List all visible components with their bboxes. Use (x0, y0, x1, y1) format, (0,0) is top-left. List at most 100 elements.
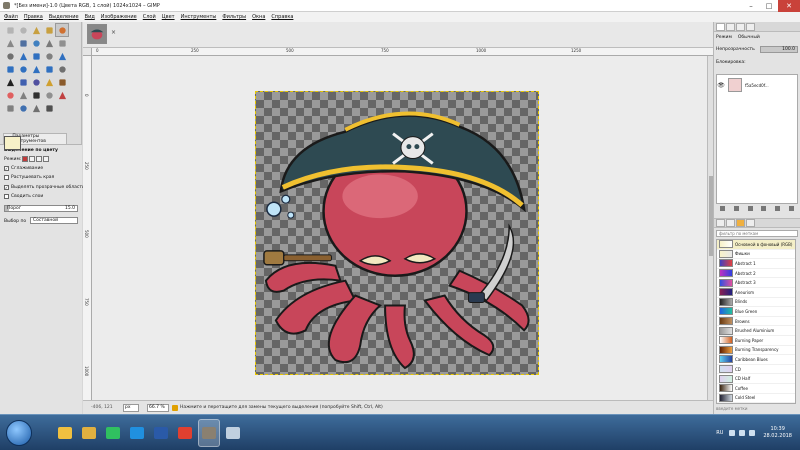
menu-help[interactable]: Справка (271, 14, 293, 20)
layers-tab[interactable] (716, 22, 725, 31)
gradient-tags-input[interactable]: введите метки (716, 406, 798, 413)
gradient-item[interactable]: Abstract 1 (717, 259, 795, 269)
rect-select-tool[interactable] (4, 24, 16, 36)
shear-tool[interactable] (17, 63, 29, 75)
flip-tool[interactable] (43, 63, 55, 75)
gradient-item[interactable]: Burning Paper (717, 336, 795, 346)
scissors-select-tool[interactable] (4, 37, 16, 49)
taskbar-app-word[interactable] (150, 419, 172, 447)
fuzzy-select-tool[interactable] (43, 24, 55, 36)
close-image-tab-icon[interactable]: × (110, 29, 117, 36)
menu-view[interactable]: Вид (85, 14, 95, 20)
color-picker-tool[interactable] (43, 37, 55, 49)
perspective-tool[interactable] (30, 63, 42, 75)
close-button[interactable]: ✕ (778, 0, 800, 12)
layer-mode-value[interactable]: Обычный (738, 35, 760, 40)
gradient-item[interactable]: Cold Steel (717, 393, 795, 403)
rotate-tool[interactable] (56, 50, 68, 62)
cage-tool[interactable] (56, 63, 68, 75)
patterns-tab[interactable] (726, 219, 735, 227)
eraser-tool[interactable] (4, 89, 16, 101)
undo-tab[interactable] (746, 22, 755, 31)
minimize-button[interactable]: – (742, 0, 760, 12)
gradient-item[interactable]: Фишки (717, 249, 795, 260)
canvas-area[interactable] (92, 56, 707, 400)
zoom-selector[interactable]: 66.7 % (147, 403, 169, 412)
layer-row[interactable]: 👁 f5a5ecd0f... (717, 77, 797, 93)
measure-tool[interactable] (4, 50, 16, 62)
gradient-item[interactable]: Caribbean Blues (717, 355, 795, 365)
clone-tool[interactable] (43, 89, 55, 101)
gradient-item[interactable]: Основной в фоновый (RGB) (717, 240, 795, 250)
taskbar-app-skype[interactable] (126, 419, 148, 447)
sample-merged-checkbox[interactable] (4, 194, 9, 199)
image-canvas[interactable] (255, 91, 539, 375)
menu-edit[interactable]: Правка (24, 14, 43, 20)
mode-add-button[interactable] (29, 156, 36, 162)
menu-windows[interactable]: Окна (252, 14, 265, 20)
antialias-checkbox[interactable]: ✓ (4, 166, 9, 171)
maximize-button[interactable]: □ (760, 0, 778, 12)
pencil-tool[interactable] (43, 76, 55, 88)
sample-merged-row[interactable]: Сводить слои (4, 194, 43, 199)
move-tool[interactable] (17, 50, 29, 62)
taskbar-app-chrome[interactable] (174, 419, 196, 447)
select-by-dropdown[interactable]: Составной (30, 217, 78, 224)
threshold-slider[interactable]: Порог 15.0 (4, 205, 78, 212)
taskbar-app-whatsapp[interactable] (102, 419, 124, 447)
gradient-item[interactable]: Burning Transparency (717, 345, 795, 356)
smudge-tool[interactable] (30, 102, 42, 114)
horizontal-ruler[interactable]: 0 250 500 750 1000 1250 (92, 48, 713, 56)
taskbar-app-gimp[interactable] (198, 419, 220, 447)
feather-checkbox[interactable] (4, 175, 9, 180)
gradient-item[interactable]: Brushed Aluminium (717, 326, 795, 336)
airbrush-tool[interactable] (17, 89, 29, 101)
flag-icon[interactable] (729, 430, 736, 436)
network-icon[interactable] (739, 430, 746, 436)
gradient-filter-input[interactable]: фильтр по меткам (716, 230, 798, 237)
layer-mode-row[interactable]: Режим Обычный (716, 35, 760, 40)
gradient-item[interactable]: Blinds (717, 297, 795, 308)
paths-tab[interactable] (736, 22, 745, 31)
zoom-tool[interactable] (56, 37, 68, 49)
select-transparent-row[interactable]: ✓ Выделять прозрачные области (4, 185, 85, 190)
antialias-row[interactable]: ✓ Сглаживание (4, 166, 43, 171)
foreground-select-tool[interactable] (17, 37, 29, 49)
unit-selector[interactable]: px (123, 403, 139, 412)
gradient-item[interactable]: Cold Steel 2 (717, 403, 795, 404)
menu-select[interactable]: Выделение (49, 14, 79, 20)
blur-tool[interactable] (17, 102, 29, 114)
start-button[interactable] (6, 420, 32, 446)
menu-colors[interactable]: Цвет (162, 14, 175, 20)
new-layer-icon[interactable] (720, 206, 726, 211)
volume-icon[interactable] (749, 430, 756, 436)
color-select-tool[interactable] (55, 23, 69, 37)
gradients-tab[interactable] (736, 219, 745, 227)
fonts-tab[interactable] (746, 219, 755, 227)
gradient-item[interactable]: CD (717, 365, 795, 375)
image-thumbnail[interactable] (87, 24, 107, 44)
blend-tool[interactable] (30, 76, 42, 88)
raise-layer-icon[interactable] (733, 206, 739, 211)
gradient-item[interactable]: Coffee (717, 384, 795, 394)
gradient-item[interactable]: Blue Green (717, 307, 795, 317)
gradient-item[interactable]: Browns (717, 317, 795, 327)
paintbrush-tool[interactable] (56, 76, 68, 88)
eye-icon[interactable]: 👁 (717, 82, 725, 89)
feather-row[interactable]: Растушевать края (4, 175, 54, 180)
menu-filters[interactable]: Фильтры (222, 14, 246, 20)
paths-tool[interactable] (30, 37, 42, 49)
dodge-burn-tool[interactable] (43, 102, 55, 114)
vertical-ruler[interactable]: 0 250 500 750 1000 (83, 56, 92, 400)
taskbar-app-photo[interactable] (222, 419, 244, 447)
ink-tool[interactable] (30, 89, 42, 101)
perspective-clone-tool[interactable] (4, 102, 16, 114)
ruler-corner[interactable] (83, 48, 92, 56)
align-tool[interactable] (30, 50, 42, 62)
clock[interactable]: 10:39 28.02.2018 (763, 426, 792, 440)
free-select-tool[interactable] (30, 24, 42, 36)
gradient-item[interactable]: Abstract 3 (717, 278, 795, 288)
channels-tab[interactable] (726, 22, 735, 31)
ellipse-select-tool[interactable] (17, 24, 29, 36)
anchor-layer-icon[interactable] (774, 206, 780, 211)
